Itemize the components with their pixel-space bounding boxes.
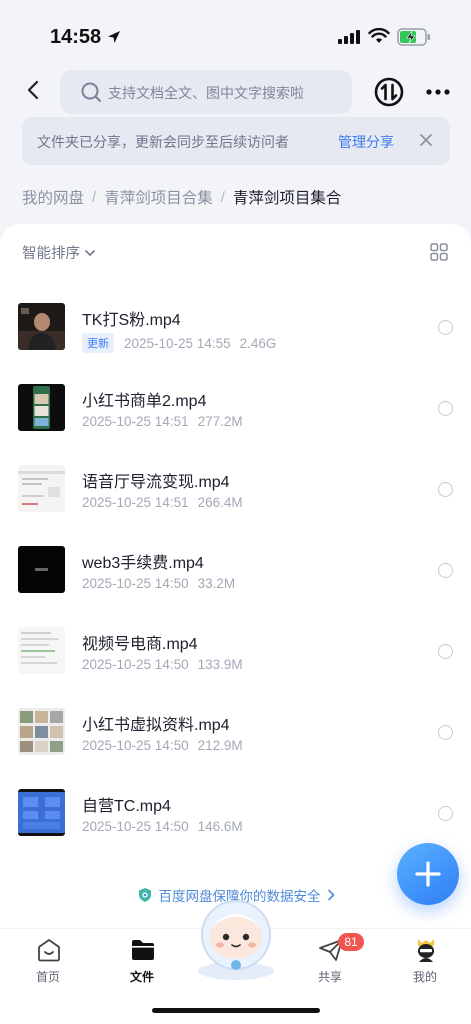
file-size: 146.6M: [197, 819, 243, 834]
file-date: 2025-10-25 14:50: [82, 819, 189, 834]
status-bar: 14:58: [0, 0, 471, 70]
list-item[interactable]: TK打S粉.mp4 更新 2025-10-25 14:55 2.46G: [0, 284, 471, 365]
breadcrumb-separator: /: [220, 188, 225, 206]
video-thumbnail: [18, 546, 65, 593]
list-item[interactable]: 语音厅导流变现.mp4 2025-10-25 14:51 266.4M: [0, 446, 471, 527]
file-size: 212.9M: [197, 738, 243, 753]
chevron-right-icon: [327, 889, 334, 901]
video-thumbnail: [18, 708, 65, 755]
file-name: TK打S粉.mp4: [82, 312, 181, 329]
chevron-down-icon: [85, 249, 95, 256]
list-item[interactable]: web3手续费.mp4 2025-10-25 14:50 33.2M: [0, 527, 471, 608]
avatar-icon: [418, 939, 434, 962]
select-checkbox[interactable]: [438, 644, 453, 659]
file-size: 133.9M: [197, 657, 243, 672]
file-meta: 更新 2025-10-25 14:55 2.46G: [82, 333, 276, 353]
tab-mine[interactable]: 我的: [385, 929, 465, 999]
status-time: 14:58: [50, 26, 102, 48]
home-indicator: [152, 1008, 320, 1013]
cellular-signal-icon: [338, 30, 360, 44]
tab-home[interactable]: 首页: [8, 929, 88, 999]
video-thumbnail: [18, 627, 65, 674]
sort-label: 智能排序: [22, 246, 80, 262]
list-item[interactable]: 小红书商单2.mp4 2025-10-25 14:51 277.2M: [0, 365, 471, 446]
update-badge: 更新: [82, 333, 114, 353]
tab-files-label: 文件: [129, 970, 154, 984]
close-icon[interactable]: [418, 132, 434, 148]
transfer-list-icon[interactable]: [373, 76, 405, 108]
list-item[interactable]: 自营TC.mp4 2025-10-25 14:50 146.6M: [0, 770, 471, 851]
select-checkbox[interactable]: [438, 482, 453, 497]
plus-icon: [415, 861, 441, 887]
file-date: 2025-10-25 14:55: [124, 335, 231, 351]
file-name: 小红书商单2.mp4: [82, 393, 207, 410]
file-meta: 2025-10-25 14:50 133.9M: [82, 657, 243, 672]
breadcrumb-item-current: 青萍剑项目集合: [232, 190, 342, 207]
manage-share-link[interactable]: 管理分享: [338, 132, 394, 152]
wifi-icon: [368, 28, 390, 43]
tab-home-label: 首页: [35, 970, 60, 984]
file-date: 2025-10-25 14:50: [82, 657, 189, 672]
file-name: 小红书虚拟资料.mp4: [82, 717, 230, 734]
home-icon: [38, 939, 60, 962]
select-checkbox[interactable]: [438, 725, 453, 740]
share-notice-text: 文件夹已分享，更新会同步至后续访问者: [37, 134, 289, 150]
file-size: 277.2M: [197, 414, 243, 429]
battery-icon: [397, 28, 430, 46]
tab-share-label: 共享: [317, 970, 342, 984]
sort-button[interactable]: 智能排序: [22, 242, 96, 263]
file-meta: 2025-10-25 14:51 266.4M: [82, 495, 243, 510]
video-thumbnail: [18, 303, 65, 350]
notification-badge: 81: [338, 933, 364, 951]
breadcrumb-item-parent[interactable]: 青萍剑项目合集: [104, 186, 213, 208]
file-list-panel: 智能排序 TK打S粉.mp4 更新 2025-10-25 14:55 2.46G…: [0, 224, 471, 934]
file-list: TK打S粉.mp4 更新 2025-10-25 14:55 2.46G 小红书商…: [0, 284, 471, 851]
video-thumbnail: [18, 789, 65, 836]
file-name: 自营TC.mp4: [82, 798, 171, 815]
file-date: 2025-10-25 14:50: [82, 576, 189, 591]
select-checkbox[interactable]: [438, 806, 453, 821]
select-checkbox[interactable]: [438, 401, 453, 416]
file-meta: 2025-10-25 14:50 33.2M: [82, 576, 235, 591]
file-meta: 2025-10-25 14:51 277.2M: [82, 414, 243, 429]
file-size: 266.4M: [197, 495, 243, 510]
file-date: 2025-10-25 14:51: [82, 495, 189, 510]
select-checkbox[interactable]: [438, 563, 453, 578]
search-icon: [81, 82, 101, 102]
file-size: 33.2M: [197, 576, 236, 591]
back-icon[interactable]: [22, 78, 46, 102]
mascot-icon[interactable]: [190, 893, 282, 981]
location-arrow-icon: [108, 31, 120, 43]
breadcrumb-separator: /: [92, 188, 97, 206]
tab-files[interactable]: 文件: [102, 929, 182, 999]
file-name: 语音厅导流变现.mp4: [82, 474, 230, 491]
folder-icon: [132, 940, 154, 960]
file-name: 视频号电商.mp4: [82, 636, 198, 653]
select-checkbox[interactable]: [438, 320, 453, 335]
file-date: 2025-10-25 14:50: [82, 738, 189, 753]
file-name: web3手续费.mp4: [82, 555, 204, 572]
list-item[interactable]: 视频号电商.mp4 2025-10-25 14:50 133.9M: [0, 608, 471, 689]
video-thumbnail: [18, 384, 65, 431]
search-box[interactable]: 支持文档全文、图中文字搜索啦: [60, 70, 352, 114]
file-meta: 2025-10-25 14:50 146.6M: [82, 819, 243, 834]
search-placeholder: 支持文档全文、图中文字搜索啦: [108, 85, 304, 101]
file-date: 2025-10-25 14:51: [82, 414, 189, 429]
share-notice-banner: 文件夹已分享，更新会同步至后续访问者 管理分享: [22, 117, 450, 165]
file-meta: 2025-10-25 14:50 212.9M: [82, 738, 243, 753]
shield-icon: [138, 888, 151, 902]
tab-mine-label: 我的: [412, 970, 437, 984]
list-item[interactable]: 小红书虚拟资料.mp4 2025-10-25 14:50 212.9M: [0, 689, 471, 770]
add-button[interactable]: [397, 843, 459, 905]
more-icon[interactable]: [424, 80, 452, 104]
breadcrumb: 我的网盘 / 青萍剑项目合集 / 青萍剑项目集合: [22, 185, 341, 209]
grid-view-icon[interactable]: [430, 243, 448, 261]
file-size: 2.46G: [239, 335, 277, 351]
breadcrumb-item-root[interactable]: 我的网盘: [22, 186, 84, 208]
video-thumbnail: [18, 465, 65, 512]
